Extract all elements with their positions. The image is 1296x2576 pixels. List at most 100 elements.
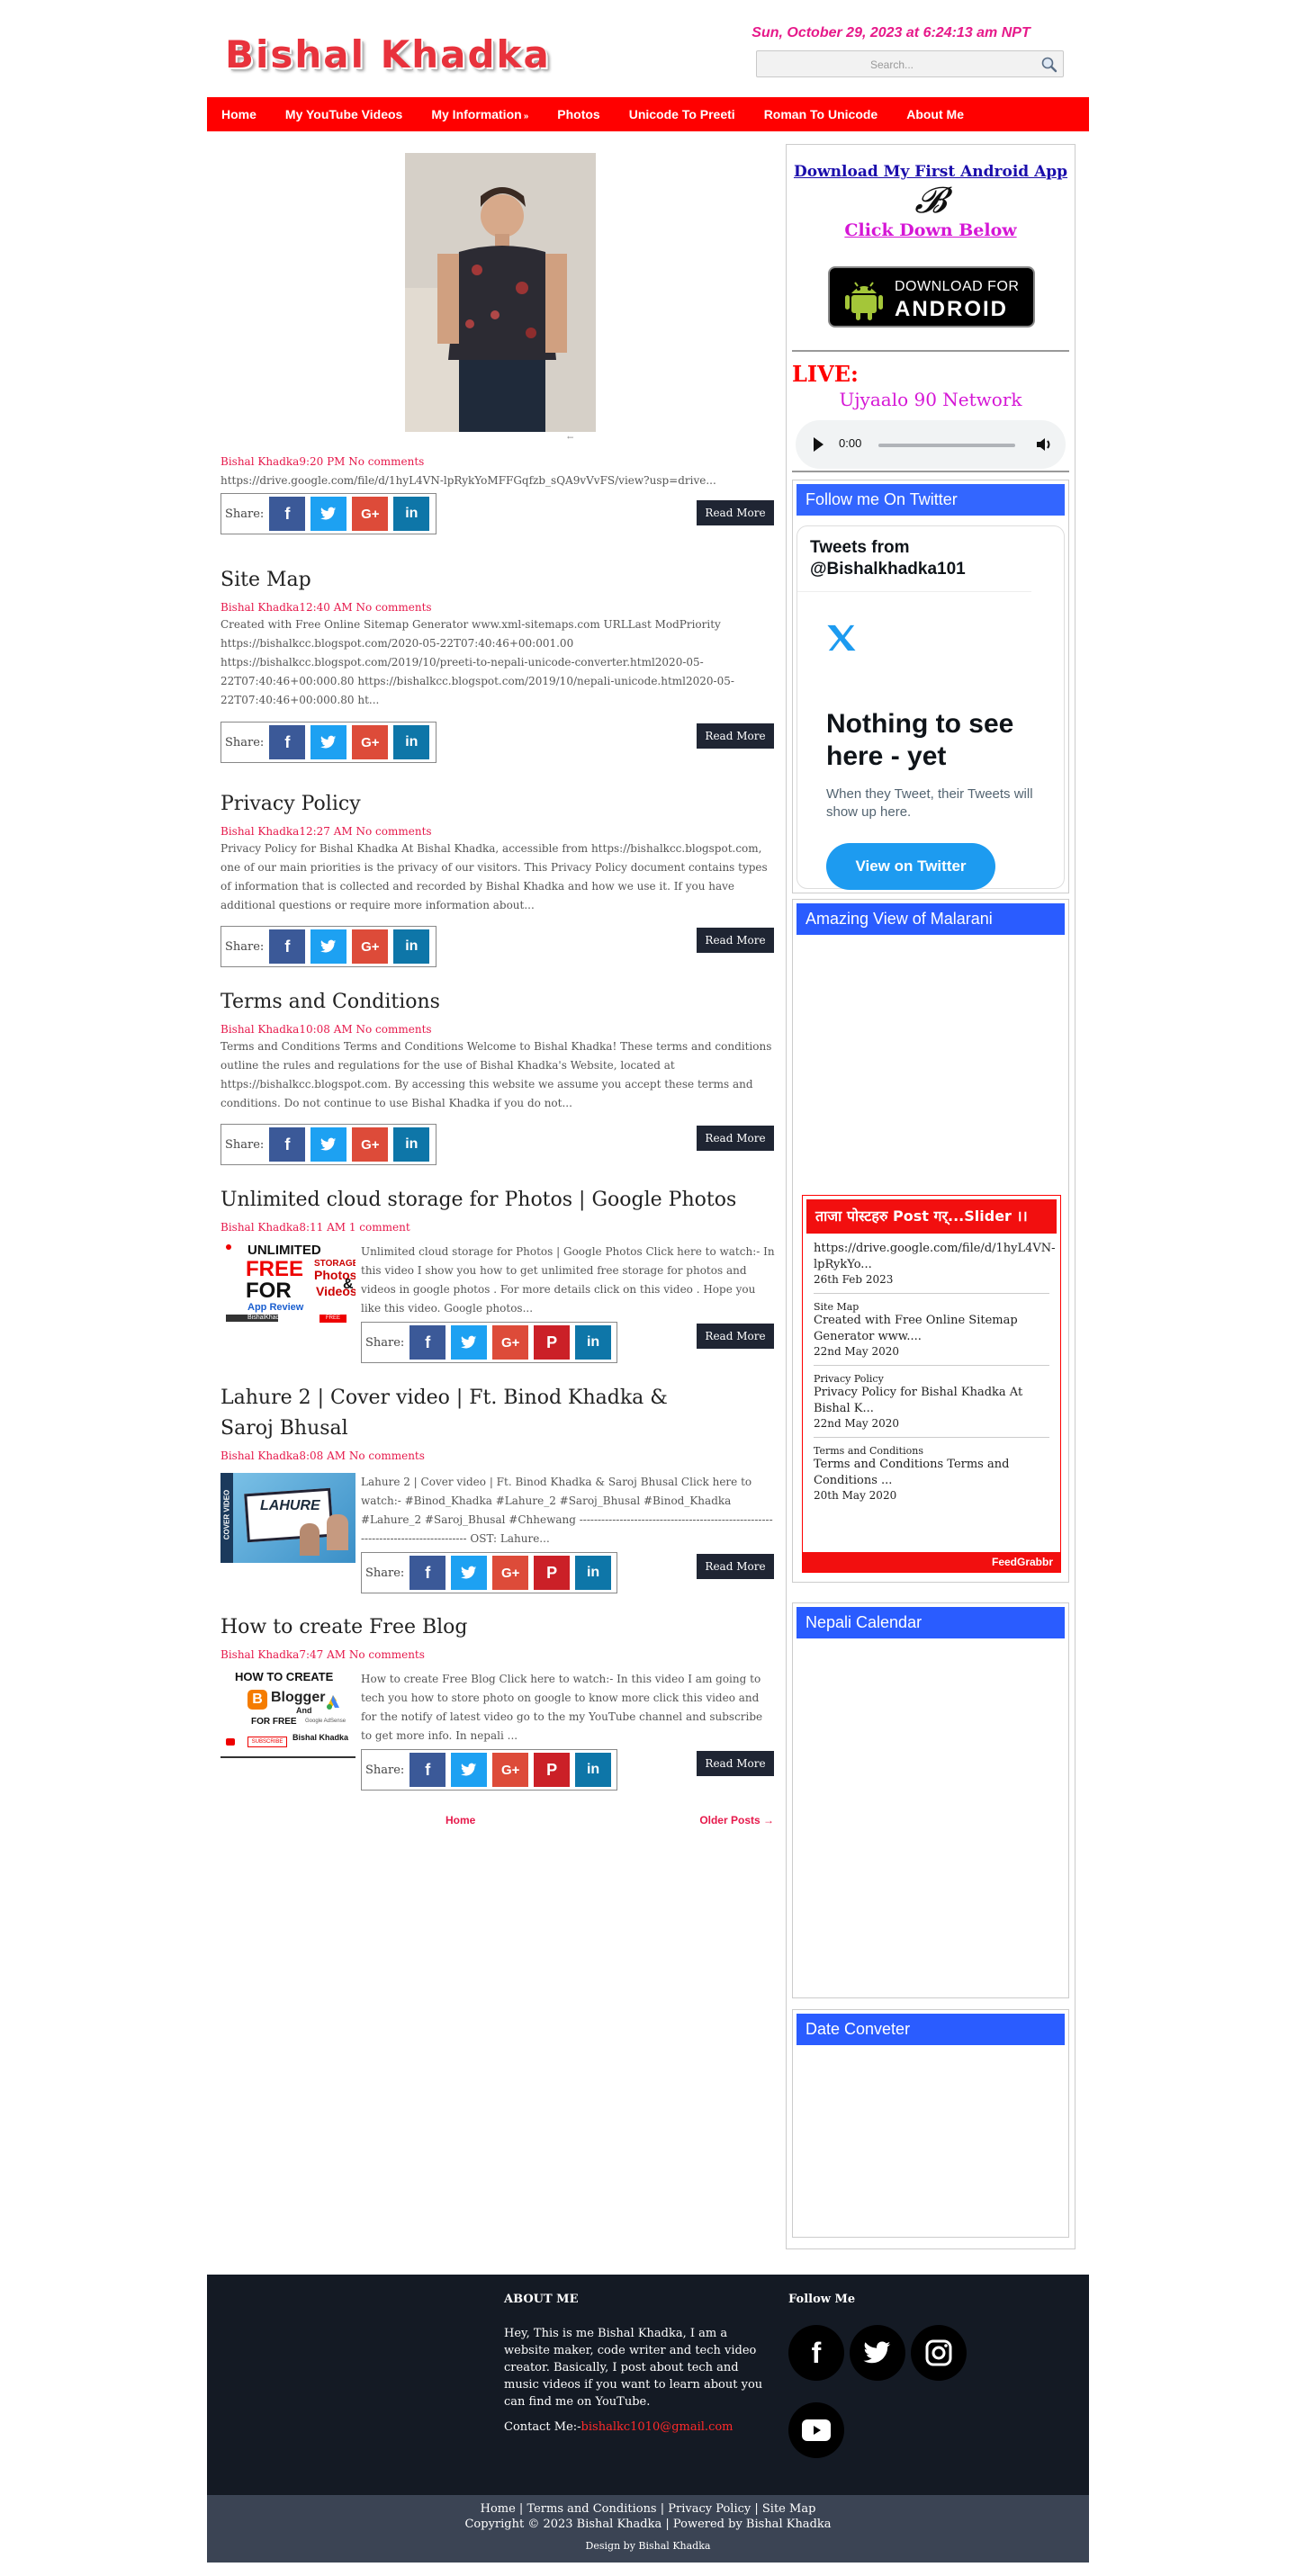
- search-icon[interactable]: [1040, 55, 1059, 75]
- facebook-share-icon[interactable]: f: [410, 1325, 446, 1360]
- facebook-share-icon[interactable]: f: [269, 929, 306, 964]
- post-author[interactable]: Bishal Khadka: [220, 601, 299, 614]
- linkedin-share-icon[interactable]: in: [393, 497, 430, 531]
- post-author[interactable]: Bishal Khadka: [220, 1023, 299, 1036]
- footer-link-privacy[interactable]: Privacy Policy: [668, 2502, 751, 2516]
- post-author[interactable]: Bishal Khadka: [220, 1450, 299, 1462]
- linkedin-share-icon[interactable]: in: [575, 1556, 612, 1590]
- contact-email[interactable]: bishalkc1010@gmail.com: [581, 2420, 734, 2434]
- nav-unicode-to-preeti[interactable]: Unicode To Preeti: [615, 107, 750, 121]
- post-comments[interactable]: No comments: [349, 1648, 425, 1661]
- nav-photos[interactable]: Photos: [543, 107, 614, 121]
- pinterest-share-icon[interactable]: P: [534, 1753, 571, 1787]
- twitter-share-icon[interactable]: [310, 1127, 347, 1162]
- youtube-icon[interactable]: [788, 2402, 844, 2458]
- older-posts-link[interactable]: Older Posts →: [699, 1814, 774, 1827]
- google-plus-share-icon[interactable]: G+: [352, 725, 389, 759]
- post-time[interactable]: 8:11 AM: [299, 1221, 346, 1234]
- facebook-share-icon[interactable]: f: [410, 1753, 446, 1787]
- post-thumbnail[interactable]: HOW TO CREATE B Blogger And FOR FREE Goo…: [220, 1670, 356, 1758]
- read-more-button[interactable]: Read More: [697, 1751, 774, 1776]
- linkedin-share-icon[interactable]: in: [393, 1127, 430, 1162]
- linkedin-share-icon[interactable]: in: [575, 1325, 612, 1360]
- google-plus-share-icon[interactable]: G+: [492, 1556, 529, 1590]
- facebook-share-icon[interactable]: f: [269, 497, 306, 531]
- pinterest-share-icon[interactable]: P: [534, 1325, 571, 1360]
- post-comments[interactable]: No comments: [356, 825, 432, 838]
- post-title[interactable]: Lahure 2 | Cover video | Ft. Binod Khadk…: [220, 1383, 724, 1444]
- instagram-icon[interactable]: [911, 2325, 967, 2381]
- post-comments[interactable]: No comments: [349, 1450, 425, 1462]
- google-plus-share-icon[interactable]: G+: [492, 1753, 529, 1787]
- twitter-icon[interactable]: [850, 2325, 905, 2381]
- linkedin-share-icon[interactable]: in: [393, 725, 430, 759]
- post-time[interactable]: 9:20 PM: [299, 455, 345, 468]
- nav-roman-to-unicode[interactable]: Roman To Unicode: [750, 107, 893, 121]
- post-time[interactable]: 12:40 AM: [299, 601, 352, 614]
- post-title[interactable]: Privacy Policy: [220, 789, 774, 820]
- pager-home-link[interactable]: Home: [446, 1814, 475, 1827]
- post-author[interactable]: Bishal Khadka: [220, 455, 299, 468]
- read-more-button[interactable]: Read More: [697, 1554, 774, 1579]
- view-on-twitter-button[interactable]: View on Twitter: [826, 843, 995, 890]
- search-box[interactable]: Search...: [756, 50, 1064, 77]
- footer-link-home[interactable]: Home: [481, 2502, 516, 2516]
- footer-link-terms[interactable]: Terms and Conditions: [526, 2502, 656, 2516]
- twitter-share-icon[interactable]: [310, 725, 347, 759]
- facebook-icon[interactable]: f: [788, 2325, 844, 2381]
- app-heading[interactable]: Download My First Android App: [792, 163, 1069, 181]
- post-author[interactable]: Bishal Khadka: [220, 1648, 299, 1661]
- read-more-button[interactable]: Read More: [697, 1324, 774, 1349]
- linkedin-share-icon[interactable]: in: [393, 929, 430, 964]
- post-time[interactable]: 7:47 AM: [299, 1648, 346, 1661]
- facebook-share-icon[interactable]: f: [269, 725, 306, 759]
- google-plus-share-icon[interactable]: G+: [352, 497, 389, 531]
- post-image[interactable]: [405, 153, 596, 432]
- read-more-button[interactable]: Read More: [697, 723, 774, 749]
- slider-item[interactable]: Privacy Policy Privacy Policy for Bishal…: [814, 1366, 1049, 1438]
- post-comments[interactable]: 1 comment: [349, 1221, 410, 1234]
- app-link[interactable]: Click Down Below: [792, 220, 1069, 240]
- pinterest-share-icon[interactable]: P: [534, 1556, 571, 1590]
- post-time[interactable]: 10:08 AM: [299, 1023, 352, 1036]
- twitter-share-icon[interactable]: [310, 497, 347, 531]
- twitter-share-icon[interactable]: [451, 1556, 488, 1590]
- post-comments[interactable]: No comments: [356, 601, 432, 614]
- google-plus-share-icon[interactable]: G+: [492, 1325, 529, 1360]
- volume-icon[interactable]: [1035, 435, 1053, 453]
- timeline-header[interactable]: Tweets from @Bishalkhadka101: [797, 526, 1031, 592]
- nav-home[interactable]: Home: [207, 107, 271, 121]
- post-thumbnail[interactable]: UNLIMITED FREE STORAGE Photos & Videos F…: [220, 1243, 356, 1329]
- audio-progress[interactable]: [878, 444, 1015, 447]
- nav-about-me[interactable]: About Me: [892, 107, 978, 121]
- facebook-share-icon[interactable]: f: [410, 1556, 446, 1590]
- read-more-button[interactable]: Read More: [697, 500, 774, 525]
- facebook-share-icon[interactable]: f: [269, 1127, 306, 1162]
- post-title[interactable]: Site Map: [220, 565, 774, 596]
- post-comments[interactable]: No comments: [348, 455, 424, 468]
- audio-player[interactable]: 0:00: [796, 420, 1066, 469]
- post-title[interactable]: How to create Free Blog: [220, 1612, 774, 1643]
- play-icon[interactable]: [814, 437, 824, 452]
- read-more-button[interactable]: Read More: [697, 928, 774, 953]
- post-author[interactable]: Bishal Khadka: [220, 825, 299, 838]
- nav-youtube-videos[interactable]: My YouTube Videos: [271, 107, 417, 121]
- slider-item[interactable]: Terms and Conditions Terms and Condition…: [814, 1438, 1049, 1509]
- site-logo[interactable]: Bishal Khadka: [225, 32, 551, 76]
- feedgrabbr-credit[interactable]: FeedGrabbr: [803, 1552, 1060, 1572]
- post-thumbnail[interactable]: COVER VIDEO LAHURE: [220, 1473, 356, 1563]
- read-more-button[interactable]: Read More: [697, 1126, 774, 1151]
- post-comments[interactable]: No comments: [356, 1023, 432, 1036]
- post-time[interactable]: 12:27 AM: [299, 825, 352, 838]
- google-plus-share-icon[interactable]: G+: [352, 1127, 389, 1162]
- post-author[interactable]: Bishal Khadka: [220, 1221, 299, 1234]
- slider-item[interactable]: https://drive.google.com/file/d/1hyL4VN-…: [814, 1237, 1056, 1294]
- android-download-button[interactable]: DOWNLOAD FOR ANDROID: [828, 266, 1035, 328]
- twitter-share-icon[interactable]: [310, 929, 347, 964]
- post-title[interactable]: Unlimited cloud storage for Photos | Goo…: [220, 1185, 774, 1216]
- google-plus-share-icon[interactable]: G+: [352, 929, 389, 964]
- twitter-share-icon[interactable]: [451, 1753, 488, 1787]
- post-time[interactable]: 8:08 AM: [299, 1450, 346, 1462]
- slider-item[interactable]: Site Map Created with Free Online Sitema…: [814, 1294, 1049, 1366]
- post-title[interactable]: Terms and Conditions: [220, 987, 774, 1018]
